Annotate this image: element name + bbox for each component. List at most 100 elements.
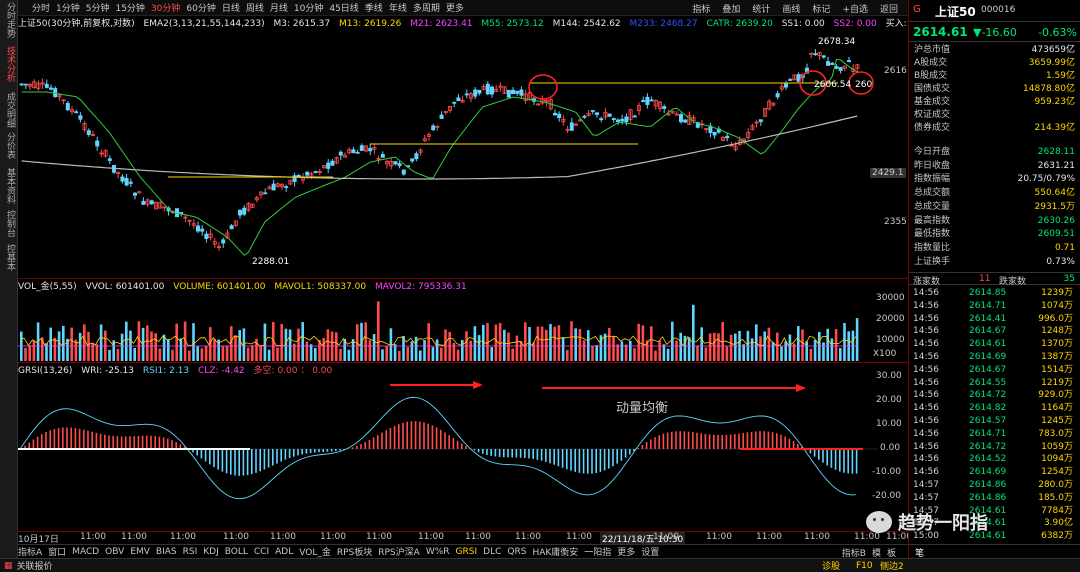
trade-time: 14:57 [913,480,939,490]
left-tab-4[interactable]: 基本资料 [2,168,16,204]
candle [70,105,75,115]
volume-bar [364,322,367,361]
grsi-bar [767,431,770,449]
toolbar-action-6[interactable]: 返回 [880,2,898,15]
left-tab-2[interactable]: 成交明细 [2,92,16,128]
period-tab-4[interactable]: 30分钟 [151,1,180,14]
trade-time: 14:57 [913,492,939,503]
grsi-bar [746,432,749,449]
grsi-tick-3: 10.00 [876,419,902,429]
volume-bar [708,333,712,361]
indicator-tab-18[interactable]: HAK庸衡安 [532,545,578,558]
indicator-tab-5[interactable]: BIAS [156,547,177,557]
period-tab-14[interactable]: 更多 [446,1,464,14]
trade-price: 2614.85 [969,288,1007,298]
candle [271,179,276,191]
volume-bar [393,344,397,361]
trade-row: 14:56 2614.52 1094万 [909,453,1080,466]
period-tab-7[interactable]: 周线 [246,1,264,14]
period-tab-6[interactable]: 日线 [222,1,240,14]
period-tab-5[interactable]: 60分钟 [186,1,215,14]
grsi-bar [477,449,480,453]
grsi-bar [540,449,543,461]
grsi-bar [624,449,627,458]
trade-price: 2614.71 [969,428,1007,439]
left-tab-0[interactable]: 分时走势 [2,2,16,38]
grsi-bar [482,449,484,454]
price-tick-1: 2616 [884,66,907,76]
indicator-tab-8[interactable]: BOLL [225,547,248,557]
indicator-tab-21[interactable]: 设置 [641,545,659,558]
indicator-tab-20[interactable]: 更多 [617,545,635,558]
period-tab-12[interactable]: 年线 [389,1,407,14]
indicator-tab-19[interactable]: 一阳指 [584,545,611,558]
toolbar-action-2[interactable]: 统计 [752,2,770,15]
left-tab-3[interactable]: 分价表 [2,132,16,159]
toolbar-action-3[interactable]: 画线 [782,2,800,15]
grsi-bar [53,428,56,449]
volume-bar [641,325,645,361]
left-tab-6[interactable]: 控基本 [2,244,16,271]
indicator-tab-4[interactable]: EMV [130,547,150,557]
candle [103,149,108,158]
period-tab-10[interactable]: 45日线 [329,1,358,14]
indicator-tab-0[interactable]: 指标A [18,545,42,558]
indicator-tab-15[interactable]: GRSI [456,547,478,557]
toolbar-action-0[interactable]: 指标 [692,2,710,15]
tab-ticks[interactable]: 笔 [915,546,924,559]
grsi-bar [305,449,308,454]
period-tab-2[interactable]: 5分钟 [86,1,110,14]
toolbar-action-4[interactable]: 标记 [812,2,830,15]
volume-bar [742,344,745,361]
indicator-tab-14[interactable]: W%R [426,547,450,557]
toolbar-action-5[interactable]: +自选 [842,2,868,15]
indicator-tab-6[interactable]: RSI [183,547,198,557]
volume-chart[interactable]: 30000 20000 10000 X100 [18,291,908,363]
left-tab-5[interactable]: 控制台 [2,210,16,237]
trade-row: 14:56 2614.72 929.0万 [909,389,1080,402]
indicator-tab-9[interactable]: CCI [254,547,269,557]
indicator-tab-3[interactable]: OBV [105,547,124,557]
grsi-chart[interactable]: 动量均衡 30.00 20.00 10.00 0.00 -10.00 -20.0… [18,371,908,532]
candle [124,173,129,187]
indicator-tab-13[interactable]: RPS沪深A [378,545,420,558]
volume-bar [343,338,346,361]
period-tab-0[interactable]: 分时 [32,1,50,14]
trade-volume: 1245万 [1041,416,1073,426]
f10-button[interactable]: F10 [856,561,873,571]
grsi-bar [851,449,854,474]
indicator-tab-16[interactable]: DLC [483,547,501,557]
candle [330,158,335,166]
volume-bar [834,329,838,361]
period-tab-3[interactable]: 15分钟 [115,1,144,14]
indicator-tab-2[interactable]: MACD [72,547,99,557]
period-tab-1[interactable]: 1分钟 [56,1,80,14]
period-tab-8[interactable]: 月线 [270,1,288,14]
indicator-tab-1[interactable]: 窗口 [48,545,66,558]
indicator-tab-7[interactable]: KDJ [203,547,219,557]
indicator-tab-17[interactable]: QRS [507,547,526,557]
indicator-info-bar: 上证50(30分钟,前复权,对数) EMA2(3,13,21,55,144,23… [18,16,930,29]
time-label-5: 11:00 [270,532,296,542]
indicator-tab-10[interactable]: ADL [275,547,293,557]
left-tab-1[interactable]: 技术分析 [2,46,16,82]
period-tab-11[interactable]: 季线 [365,1,383,14]
toolbar-action-1[interactable]: 叠加 [722,2,740,15]
trade-price: 2614.69 [969,352,1007,362]
highlight-circle-0 [528,74,558,100]
grsi-bar [679,431,681,449]
candlestick-chart[interactable]: 2678.34 2288.01 2606.54 260 2616 2429.1 … [18,29,908,279]
indicator-tab-11[interactable]: VOL_金 [299,545,331,558]
linked-quote[interactable]: 关联报价 [17,559,53,572]
grsi-bar [444,432,446,449]
indicator-tab-12[interactable]: RPS板块 [337,545,372,558]
grsi-bar [259,449,261,472]
sidebar-toggle-button[interactable]: 侧边2 [880,559,904,572]
grsi-bar [293,449,295,457]
period-tab-13[interactable]: 多周期 [413,1,440,14]
volume-bar [309,344,313,361]
grsi-bar [99,433,102,449]
trade-price: 2614.71 [969,300,1007,311]
period-tab-9[interactable]: 10分钟 [294,1,323,14]
stock-diagnosis-button[interactable]: 诊股 [822,559,840,572]
